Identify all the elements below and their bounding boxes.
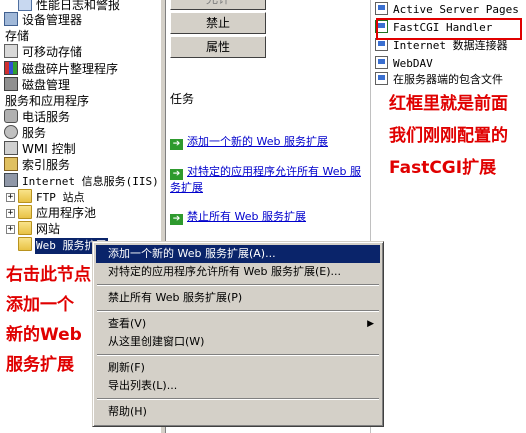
folder-icon bbox=[18, 189, 32, 203]
tree-item-telephony[interactable]: 电话服务 bbox=[4, 109, 71, 125]
annotation-left-line: 右击此节点 bbox=[6, 265, 91, 285]
allow-button[interactable]: 允许 bbox=[170, 0, 266, 10]
tree-item-disk-management[interactable]: 磁盘管理 bbox=[4, 77, 71, 93]
task-disable-all-link[interactable]: ➔ 禁止所有 Web 服务扩展 bbox=[170, 209, 366, 225]
annotation-right-line: 我们刚刚配置的 bbox=[389, 126, 508, 146]
properties-button[interactable]: 属性 bbox=[170, 36, 266, 58]
folder-icon bbox=[18, 205, 32, 219]
annotation-left-line: 新的Web bbox=[6, 325, 82, 345]
arrow-right-icon: ➔ bbox=[170, 169, 183, 180]
tasks-heading: 任务 bbox=[170, 92, 195, 106]
menu-item-export-list[interactable]: 导出列表(L)... bbox=[96, 377, 380, 395]
task-label: 添加一个新的 Web 服务扩展 bbox=[187, 135, 328, 148]
tree-item-indexing-service[interactable]: 索引服务 bbox=[4, 157, 71, 173]
menu-item-allow-all[interactable]: 对特定的应用程序允许所有 Web 服务扩展(E)... bbox=[96, 263, 380, 281]
menu-item-view[interactable]: 查看(V) ▶ bbox=[96, 315, 380, 333]
services-icon bbox=[4, 125, 18, 139]
folder-icon bbox=[18, 237, 32, 251]
menu-separator bbox=[96, 307, 380, 315]
tree-item-ftp-sites[interactable]: FTP 站点 bbox=[18, 189, 86, 205]
wmi-control-icon bbox=[4, 141, 18, 155]
tree-item-services[interactable]: 服务 bbox=[4, 125, 47, 141]
extension-icon bbox=[375, 72, 388, 85]
arrow-right-icon: ➔ bbox=[170, 214, 183, 225]
expand-websites-toggle[interactable]: + bbox=[6, 225, 15, 234]
indexing-service-icon bbox=[4, 157, 18, 171]
tree-item-wmi-control[interactable]: WMI 控制 bbox=[4, 141, 77, 157]
menu-separator bbox=[96, 351, 380, 359]
tree-item-websites[interactable]: 网站 bbox=[18, 221, 61, 237]
performance-logs-icon bbox=[18, 0, 32, 11]
device-manager-icon bbox=[4, 12, 18, 26]
menu-item-help[interactable]: 帮助(H) bbox=[96, 403, 380, 421]
telephony-icon bbox=[4, 109, 18, 123]
tree-item-storage[interactable]: 存储 bbox=[4, 28, 30, 44]
tree-item-application-pools[interactable]: 应用程序池 bbox=[18, 205, 97, 221]
tree-item-iis[interactable]: Internet 信息服务(IIS) bbox=[4, 173, 160, 189]
disk-management-icon bbox=[4, 77, 18, 91]
annotation-left-line: 添加一个 bbox=[6, 295, 74, 315]
list-item-internet-data-connector[interactable]: Internet 数据连接器 bbox=[375, 38, 508, 54]
expand-ftp-toggle[interactable]: + bbox=[6, 193, 15, 202]
list-item-active-server-pages[interactable]: Active Server Pages bbox=[375, 2, 519, 18]
submenu-arrow-icon: ▶ bbox=[367, 319, 374, 329]
menu-separator bbox=[96, 281, 380, 289]
menu-separator bbox=[96, 395, 380, 403]
extension-icon bbox=[375, 56, 388, 69]
tree-item-removable-storage[interactable]: 可移动存储 bbox=[4, 44, 83, 60]
tree-item-device-manager[interactable]: 设备管理器 bbox=[4, 12, 83, 28]
expand-app-pools-toggle[interactable]: + bbox=[6, 209, 15, 218]
extensions-list: Active Server Pages FastCGI Handler Inte… bbox=[370, 0, 526, 433]
menu-item-add-extension[interactable]: 添加一个新的 Web 服务扩展(A)... bbox=[96, 245, 380, 263]
highlight-box bbox=[376, 18, 522, 40]
annotation-right-line: FastCGI扩展 bbox=[389, 158, 497, 178]
disk-defragmenter-icon bbox=[4, 61, 18, 75]
annotation-right-line: 红框里就是前面 bbox=[389, 94, 508, 114]
tree-item-disk-defragmenter[interactable]: 磁盘碎片整理程序 bbox=[4, 61, 119, 77]
iis-icon bbox=[4, 173, 18, 187]
extension-icon bbox=[375, 2, 388, 15]
menu-item-label: 查看(V) bbox=[108, 317, 147, 330]
folder-icon bbox=[18, 221, 32, 235]
annotation-left: 右击此节点 添加一个 新的Web 服务扩展 bbox=[6, 260, 91, 380]
list-item-server-side-includes[interactable]: 在服务器端的包含文件 bbox=[375, 72, 503, 88]
arrow-right-icon: ➔ bbox=[170, 139, 183, 150]
context-menu: 添加一个新的 Web 服务扩展(A)... 对特定的应用程序允许所有 Web 服… bbox=[92, 241, 384, 427]
task-label: 对特定的应用程序允许所有 Web 服务扩展 bbox=[170, 165, 361, 194]
disable-button[interactable]: 禁止 bbox=[170, 12, 266, 34]
menu-item-refresh[interactable]: 刷新(F) bbox=[96, 359, 380, 377]
list-item-webdav[interactable]: WebDAV bbox=[375, 56, 433, 72]
menu-item-disable-all[interactable]: 禁止所有 Web 服务扩展(P) bbox=[96, 289, 380, 307]
menu-item-new-window[interactable]: 从这里创建窗口(W) bbox=[96, 333, 380, 351]
removable-storage-icon bbox=[4, 44, 18, 58]
task-label: 禁止所有 Web 服务扩展 bbox=[187, 210, 306, 223]
tree-item-services-and-applications[interactable]: 服务和应用程序 bbox=[4, 93, 90, 109]
task-add-extension-link[interactable]: ➔ 添加一个新的 Web 服务扩展 bbox=[170, 134, 366, 150]
annotation-left-line: 服务扩展 bbox=[6, 355, 74, 375]
annotation-right: 红框里就是前面 我们刚刚配置的 FastCGI扩展 bbox=[389, 88, 508, 184]
task-allow-all-link[interactable]: ➔ 对特定的应用程序允许所有 Web 服务扩展 bbox=[170, 164, 366, 195]
